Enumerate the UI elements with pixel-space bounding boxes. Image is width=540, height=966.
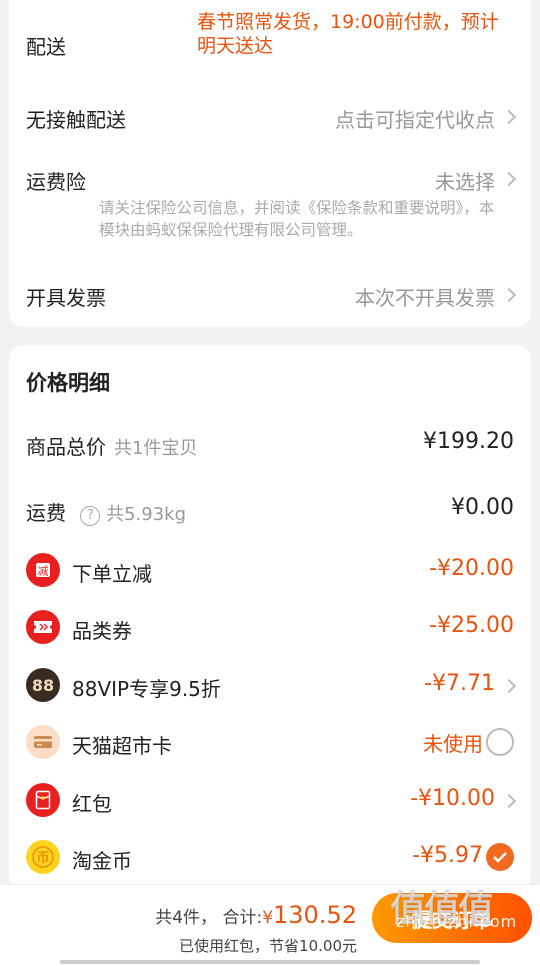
price-detail-card: 价格明细 商品总价 共1件宝贝 ¥199.20 运费 ? 共5.93kg ¥0.0…: [9, 345, 531, 890]
chevron-right-icon: [501, 109, 517, 125]
shipping-label: 配送: [26, 35, 66, 59]
goods-total-text: 商品总价: [26, 435, 106, 459]
freight-weight: 共5.93kg: [106, 504, 187, 525]
saved-note: 已使用红包，节省10.00元: [179, 937, 357, 955]
question-icon[interactable]: ?: [80, 506, 101, 526]
goods-count: 共1件宝贝: [114, 438, 198, 459]
chevron-right-icon: [501, 287, 517, 303]
discount-label: 下单立减: [72, 562, 152, 586]
discount-value: 未使用: [423, 732, 483, 756]
tmall-card-radio[interactable]: [486, 728, 514, 756]
discount-label: 红包: [72, 792, 112, 816]
discount-label: 淘金币: [72, 849, 132, 873]
freight-label: 运费 ? 共5.93kg: [26, 497, 186, 526]
contactless-value: 点击可指定代收点: [335, 108, 495, 132]
discount-row-red-packet[interactable]: 红包 -¥10.00: [9, 780, 531, 820]
discount-row-tmall-card[interactable]: 天猫超市卡 未使用: [9, 722, 531, 762]
reduce-icon: 减: [26, 553, 60, 587]
gold-coin-icon: 币: [26, 840, 60, 874]
discount-label: 品类券: [72, 619, 132, 643]
order-summary: 共4件， 合计:¥130.52: [155, 901, 357, 929]
svg-text:币: 币: [36, 851, 49, 866]
chevron-right-icon: [501, 793, 517, 809]
card-icon: [26, 725, 60, 759]
insurance-note: 请关注保险公司信息，并阅读《保险条款和重要说明》，本模块由蚂蚁保保险代理有限公司…: [99, 199, 495, 239]
total-label: 合计:: [222, 908, 263, 928]
freight-text: 运费: [26, 501, 66, 525]
watermark-text: zhizhizhi.com: [396, 912, 518, 931]
home-indicator: [60, 960, 480, 964]
shipping-note: 春节照常发货，19:00前付款，预计明天送达: [197, 11, 499, 57]
total-amount: 130.52: [273, 901, 357, 929]
chevron-right-icon: [501, 678, 517, 694]
discount-row-category-coupon: 品类券 -¥25.00: [9, 607, 531, 647]
insurance-value: 未选择: [435, 170, 495, 194]
freight-row: 运费 ? 共5.93kg ¥0.00: [9, 489, 531, 529]
freight-value: ¥0.00: [451, 495, 514, 520]
price-detail-title: 价格明细: [26, 371, 110, 395]
chevron-right-icon: [501, 171, 517, 187]
vip-88-icon: 88: [26, 668, 60, 702]
discount-value: -¥10.00: [410, 786, 495, 811]
discount-value: -¥7.71: [424, 671, 495, 696]
item-count: 共4件，: [155, 908, 218, 928]
check-icon: [493, 852, 507, 863]
discount-row-88vip[interactable]: 88 88VIP专享9.5折 -¥7.71: [9, 665, 531, 705]
currency-symbol: ¥: [262, 908, 274, 928]
delivery-card: 配送 春节照常发货，19:00前付款，预计明天送达 无接触配送 点击可指定代收点…: [9, 0, 531, 327]
contactless-label: 无接触配送: [26, 108, 126, 132]
red-packet-icon: [26, 783, 60, 817]
discount-row-gold-coin[interactable]: 币 淘金币 -¥5.97: [9, 837, 531, 877]
contactless-delivery-row[interactable]: 无接触配送 点击可指定代收点: [9, 90, 531, 146]
discount-row-order-reduce: 减 下单立减 -¥20.00: [9, 550, 531, 590]
insurance-label: 运费险: [26, 170, 86, 194]
goods-total-value: ¥199.20: [423, 429, 514, 454]
gold-coin-checkbox[interactable]: [486, 843, 514, 871]
invoice-row[interactable]: 开具发票 本次不开具发票: [9, 268, 531, 324]
goods-total-label: 商品总价 共1件宝贝: [26, 431, 197, 460]
discount-value: -¥25.00: [429, 613, 514, 638]
discount-label: 88VIP专享9.5折: [72, 677, 221, 701]
svg-text:减: 减: [38, 565, 49, 578]
discount-value: -¥20.00: [429, 556, 514, 581]
goods-total-row: 商品总价 共1件宝贝 ¥199.20: [9, 423, 531, 463]
shipping-insurance-row[interactable]: 运费险 未选择 请关注保险公司信息，并阅读《保险条款和重要说明》，本模块由蚂蚁保…: [9, 154, 531, 244]
invoice-label: 开具发票: [26, 286, 106, 310]
discount-label: 天猫超市卡: [72, 734, 172, 758]
discount-value: -¥5.97: [412, 843, 483, 868]
freight-help[interactable]: ? 共5.93kg: [80, 504, 187, 526]
invoice-value: 本次不开具发票: [355, 286, 495, 310]
shipping-row: 配送 春节照常发货，19:00前付款，预计明天送达: [9, 0, 531, 90]
coupon-icon: [26, 610, 60, 644]
